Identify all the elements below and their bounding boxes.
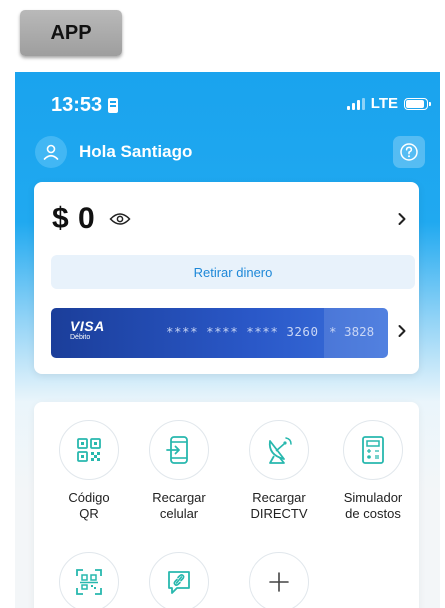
qr-scan-icon [76,569,102,595]
status-indicators: LTE [346,95,431,112]
chevron-right-icon[interactable] [397,324,407,338]
link-message-icon [168,571,190,594]
service-icon-circle [149,420,209,480]
plus-icon [269,572,289,592]
service-label: Código QR [68,490,110,521]
service-icon-circle [249,420,309,480]
phone-recharge-icon [166,436,188,464]
calculator-icon [362,436,384,464]
balance-row[interactable]: $ 0 [52,202,131,236]
status-time-text: 13:53 [51,94,103,116]
phone-screen: 13:53 LTE Hola Santiago $ 0 Retirar dine… [15,72,440,608]
service-icon-circle [343,420,403,480]
app-tag: APP [20,10,122,56]
service-icon-circle [249,552,309,608]
service-recharge-directv[interactable]: Recargar DIRECTV [234,420,324,522]
service-qr-code[interactable]: Código QR [44,420,134,522]
card-number: **** **** **** 3260 [166,324,319,339]
service-icon-circle [149,552,209,608]
help-icon [400,143,418,161]
battery-icon [404,97,431,110]
service-label: Recargar DIRECTV [250,490,308,521]
service-qr-scan[interactable] [44,552,134,608]
signal-icon [346,97,365,110]
app-tag-label: APP [50,21,92,44]
user-icon [43,144,59,160]
greeting-row[interactable]: Hola Santiago [35,136,192,168]
visa-debit-card[interactable]: VISA Débito **** **** **** 3260 * 3828 [51,308,388,358]
chevron-right-icon[interactable] [397,212,407,226]
sim-icon [108,98,119,113]
service-label: Recargar celular [152,490,206,521]
visa-brand: VISA [70,318,105,334]
service-label: Simulador de costos [343,490,403,521]
services-grid: Código QR Recargar celular Recargar DIRE… [34,402,419,608]
card-type: Débito [70,334,91,341]
card-number-next: * 3828 [329,324,375,339]
balance-card: $ 0 Retirar dinero VISA Débito **** ****… [34,182,419,374]
visa-logo: VISA Débito [70,318,105,342]
service-add-more[interactable] [234,552,324,608]
greeting-text: Hola Santiago [79,142,193,161]
withdraw-button[interactable]: Retirar dinero [51,255,415,289]
network-label: LTE [370,95,398,112]
qr-code-icon [77,438,101,462]
service-icon-circle [59,552,119,608]
service-cost-simulator[interactable]: Simulador de costos [328,420,418,522]
user-avatar[interactable] [35,136,67,168]
status-bar: 13:53 LTE [15,72,440,132]
help-button[interactable] [393,136,425,168]
balance-amount: $ 0 [52,202,96,235]
service-payment-link[interactable] [134,552,224,608]
eye-icon[interactable] [109,212,131,226]
service-recharge-phone[interactable]: Recargar celular [134,420,224,522]
satellite-dish-icon [268,437,292,464]
status-time: 13:53 [51,94,119,117]
service-icon-circle [59,420,119,480]
